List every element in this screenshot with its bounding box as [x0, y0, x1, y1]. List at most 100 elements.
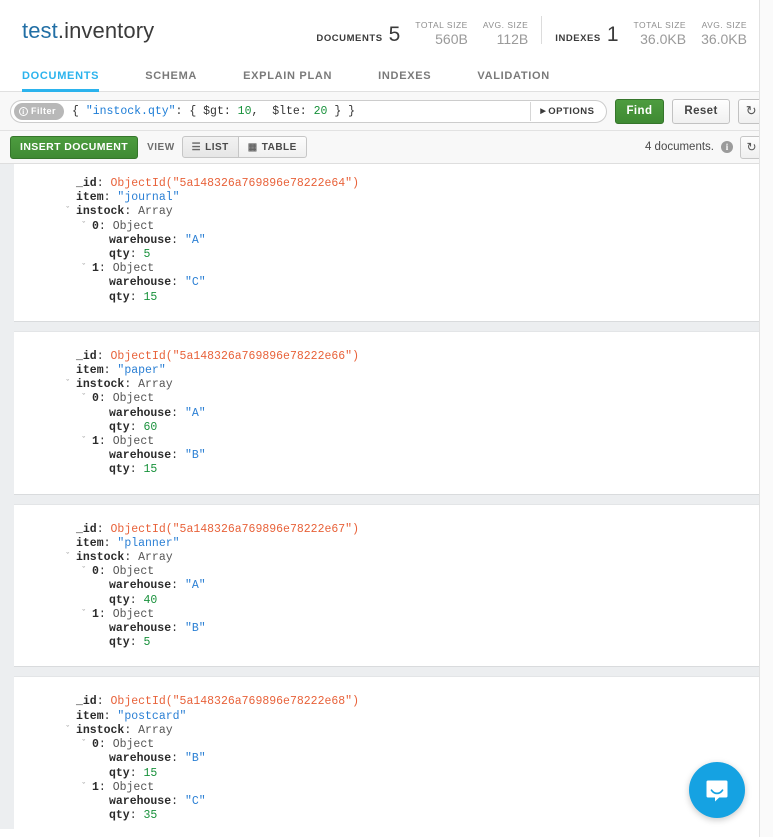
field-value: 5	[144, 636, 151, 650]
info-icon: i	[19, 107, 28, 116]
documents-list[interactable]: _id: ObjectId("5a148326a769896e78222e64"…	[0, 164, 773, 829]
collection-stats: Documents 5 Total Size 560B Avg. Size 11…	[316, 16, 747, 47]
field-key: qty	[109, 767, 130, 781]
insert-document-button[interactable]: Insert Document	[10, 136, 138, 159]
filter-badge: i Filter	[14, 103, 64, 120]
field-value: "planner"	[117, 537, 179, 551]
field-value: ObjectId("5a148326a769896e78222e67")	[111, 523, 359, 537]
field-key: warehouse	[109, 579, 171, 593]
array-index: 1	[92, 781, 99, 795]
document-field-instock: ˇinstock: Array	[14, 205, 773, 219]
document-field-qty: qty: 15	[14, 291, 773, 305]
document-field-id: _id: ObjectId("5a148326a769896e78222e67"…	[14, 523, 773, 537]
array-index: 1	[92, 608, 99, 622]
field-value: 5	[144, 248, 151, 262]
document-field-warehouse: warehouse: "A"	[14, 579, 773, 593]
field-type: Array	[138, 551, 173, 565]
field-key: _id	[76, 523, 97, 537]
chat-bubble-icon[interactable]	[689, 762, 745, 818]
chevron-down-icon: ˇ	[81, 219, 92, 233]
filter-query-text[interactable]: { "instock.qty": { $gt: 10, $lte: 20 } }	[72, 105, 355, 118]
field-value: "A"	[185, 579, 206, 593]
field-key: item	[76, 191, 104, 205]
stats-divider	[541, 16, 542, 44]
indexes-count: Indexes 1	[555, 24, 618, 47]
tab-schema[interactable]: Schema	[145, 70, 197, 92]
view-list-button[interactable]: ☰ List	[182, 136, 239, 158]
documents-total-size-label: Total Size	[415, 20, 468, 30]
tab-indexes[interactable]: Indexes	[378, 70, 431, 92]
document-card[interactable]: _id: ObjectId("5a148326a769896e78222e67"…	[14, 504, 773, 668]
array-element: ˇ0: Object	[14, 738, 773, 752]
tab-documents[interactable]: Documents	[22, 70, 99, 92]
document-field-qty: qty: 40	[14, 594, 773, 608]
field-type: Object	[113, 262, 154, 276]
documents-count-value: 5	[389, 24, 401, 45]
document-field-instock: ˇinstock: Array	[14, 551, 773, 565]
vertical-scrollbar[interactable]	[759, 0, 773, 837]
field-value: ObjectId("5a148326a769896e78222e68")	[111, 695, 359, 709]
reset-button[interactable]: Reset	[672, 99, 729, 124]
array-element: ˇ0: Object	[14, 220, 773, 234]
documents-total-size: Total Size 560B	[415, 20, 468, 47]
document-field-warehouse: warehouse: "B"	[14, 752, 773, 766]
chevron-down-icon: ˇ	[81, 434, 92, 448]
toolbar-right-group: 4 documents. i ↻	[645, 136, 763, 159]
documents-stats-group: Documents 5 Total Size 560B Avg. Size 11…	[316, 20, 528, 47]
documents-count-label: Documents	[316, 33, 382, 44]
collection-tabs: Documents Schema Explain Plan Indexes Va…	[0, 62, 773, 92]
filter-input[interactable]: i Filter { "instock.qty": { $gt: 10, $lt…	[10, 100, 607, 123]
document-field-qty: qty: 15	[14, 463, 773, 477]
field-key: warehouse	[109, 234, 171, 248]
field-value: "C"	[185, 276, 206, 290]
indexes-total-size: Total Size 36.0KB	[634, 20, 687, 47]
chevron-down-icon: ˇ	[65, 550, 76, 564]
field-value: "B"	[185, 449, 206, 463]
chevron-down-icon: ˇ	[81, 564, 92, 578]
document-card[interactable]: _id: ObjectId("5a148326a769896e78222e64"…	[14, 164, 773, 322]
tab-explain-plan[interactable]: Explain Plan	[243, 70, 332, 92]
indexes-stats-group: Indexes 1 Total Size 36.0KB Avg. Size 36…	[555, 20, 747, 47]
document-field-qty: qty: 35	[14, 809, 773, 823]
document-field-item: item: "paper"	[14, 364, 773, 378]
document-field-qty: qty: 5	[14, 248, 773, 262]
document-card[interactable]: _id: ObjectId("5a148326a769896e78222e68"…	[14, 676, 773, 829]
collection-header: test.inventory Documents 5 Total Size 56…	[0, 0, 773, 62]
array-element: ˇ1: Object	[14, 435, 773, 449]
indexes-avg-size-label: Avg. Size	[701, 20, 747, 30]
array-index: 0	[92, 220, 99, 234]
document-field-id: _id: ObjectId("5a148326a769896e78222e68"…	[14, 695, 773, 709]
info-icon[interactable]: i	[721, 141, 733, 153]
chevron-down-icon: ˇ	[65, 204, 76, 218]
array-index: 1	[92, 435, 99, 449]
document-field-item: item: "planner"	[14, 537, 773, 551]
field-type: Object	[113, 392, 154, 406]
document-field-instock: ˇinstock: Array	[14, 378, 773, 392]
find-button[interactable]: Find	[615, 99, 665, 124]
document-field-id: _id: ObjectId("5a148326a769896e78222e64"…	[14, 177, 773, 191]
field-value: 15	[144, 291, 158, 305]
view-table-button[interactable]: ▦ Table	[239, 136, 307, 158]
documents-toolbar: Insert Document View ☰ List ▦ Table 4 do…	[0, 131, 773, 164]
field-value: "postcard"	[117, 710, 186, 724]
array-element: ˇ1: Object	[14, 608, 773, 622]
document-field-item: item: "journal"	[14, 191, 773, 205]
array-index: 0	[92, 392, 99, 406]
field-key: qty	[109, 636, 130, 650]
field-value: ObjectId("5a148326a769896e78222e66")	[111, 350, 359, 364]
tab-validation[interactable]: Validation	[477, 70, 550, 92]
document-card[interactable]: _id: ObjectId("5a148326a769896e78222e66"…	[14, 331, 773, 495]
field-key: warehouse	[109, 795, 171, 809]
document-field-id: _id: ObjectId("5a148326a769896e78222e66"…	[14, 350, 773, 364]
field-key: qty	[109, 463, 130, 477]
indexes-total-size-value: 36.0KB	[634, 31, 687, 47]
document-field-item: item: "postcard"	[14, 710, 773, 724]
document-field-warehouse: warehouse: "C"	[14, 276, 773, 290]
options-button[interactable]: ▶Options	[530, 102, 602, 121]
document-field-qty: qty: 15	[14, 767, 773, 781]
field-value: 60	[144, 421, 158, 435]
field-key: qty	[109, 809, 130, 823]
field-key: qty	[109, 421, 130, 435]
field-key: warehouse	[109, 622, 171, 636]
field-key: qty	[109, 248, 130, 262]
